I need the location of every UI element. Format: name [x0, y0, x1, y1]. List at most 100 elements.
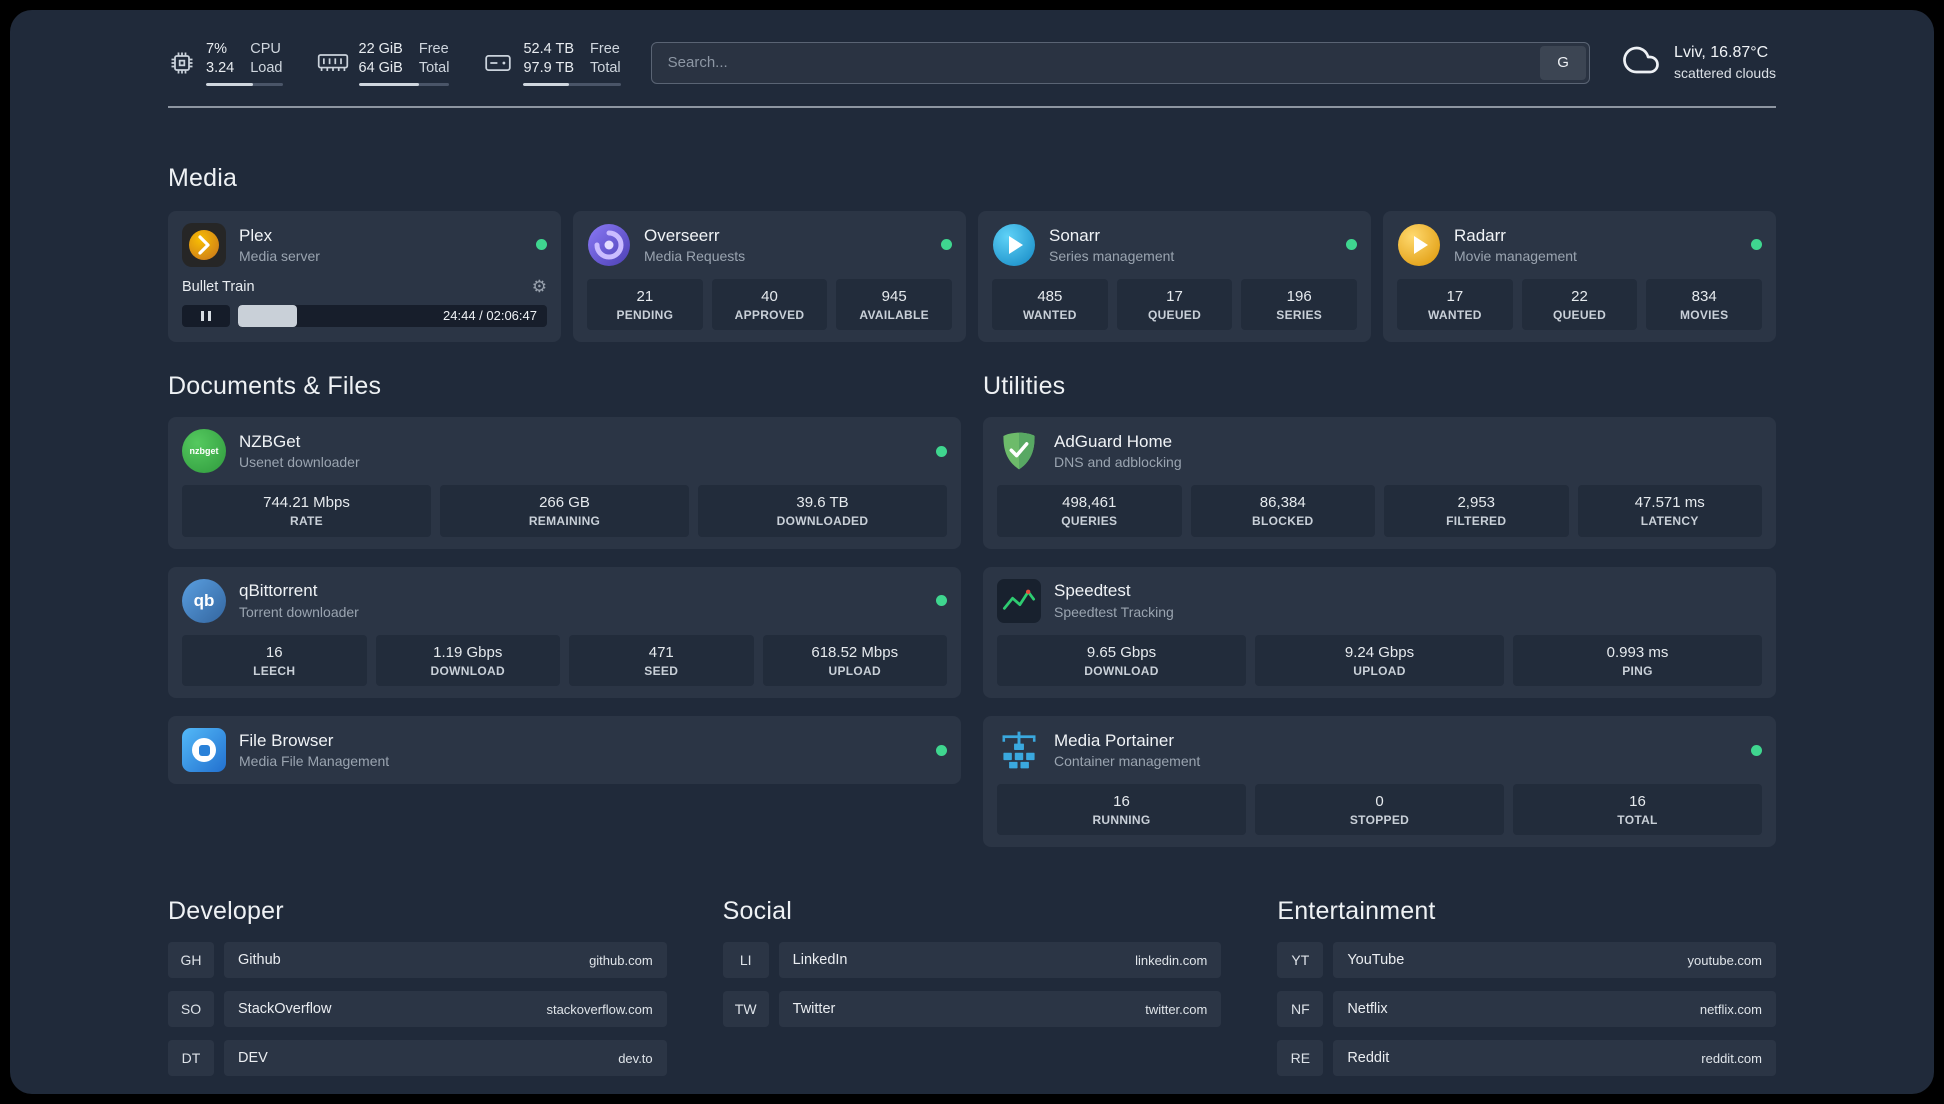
card-nzbget[interactable]: nzbget NZBGet Usenet downloader 744.21 M…	[168, 417, 961, 549]
bookmark-abbr: GH	[168, 942, 214, 979]
status-dot	[1751, 744, 1762, 756]
top-bar: 7% 3.24 CPU Load 22 GiB 64 GiB Free Tota…	[168, 40, 1776, 86]
stat-running: 16 RUNNING	[997, 784, 1246, 836]
service-subtitle: Media server	[239, 247, 320, 264]
stat-upload: 9.24 Gbps UPLOAD	[1255, 634, 1504, 686]
section-social: Social LI LinkedIn linkedin.com TW Twitt…	[722, 897, 1222, 1076]
card-overseerr[interactable]: Overseerr Media Requests 21 PENDING 40 A…	[573, 210, 966, 343]
gear-icon[interactable]: ⚙	[532, 277, 547, 297]
status-dot	[536, 239, 547, 251]
status-dot	[936, 744, 947, 756]
stat-remaining: 266 GB REMAINING	[440, 485, 689, 537]
service-subtitle: Movie management	[1454, 247, 1577, 264]
status-dot	[936, 595, 947, 607]
search-provider-button[interactable]: G	[1540, 45, 1587, 80]
card-radarr[interactable]: Radarr Movie management 17 WANTED 22 QUE…	[1383, 210, 1776, 343]
bookmark-name: Github	[238, 952, 281, 969]
overseerr-icon	[587, 223, 631, 267]
bookmark-name: Reddit	[1347, 1050, 1390, 1067]
stat-series: 196 SERIES	[1241, 278, 1358, 331]
bookmark-linkedin[interactable]: LI LinkedIn linkedin.com	[722, 942, 1222, 979]
plex-icon	[182, 222, 226, 267]
bookmark-abbr: RE	[1277, 1040, 1324, 1077]
system-metrics: 7% 3.24 CPU Load 22 GiB 64 GiB Free Tota…	[168, 40, 621, 86]
cpu-label: CPU	[250, 41, 281, 57]
disk-metric: 52.4 TB 97.9 TB Free Total	[483, 40, 621, 86]
bookmark-youtube[interactable]: YT YouTube youtube.com	[1277, 942, 1776, 979]
section-media: Media Plex Media server Bullet Train ⚙ 2…	[168, 163, 1776, 343]
topbar-divider	[168, 105, 1776, 108]
status-dot	[1346, 239, 1357, 251]
stat-download: 1.19 Gbps DOWNLOAD	[375, 634, 560, 686]
speedtest-icon	[997, 578, 1041, 623]
bookmark-abbr: LI	[722, 942, 769, 979]
bookmark-url: stackoverflow.com	[546, 1001, 653, 1017]
service-name: Overseerr	[644, 225, 720, 245]
pause-button[interactable]	[182, 304, 230, 327]
service-subtitle: Container management	[1054, 752, 1201, 769]
card-adguard[interactable]: AdGuard Home DNS and adblocking 498,461 …	[983, 417, 1776, 549]
memory-free: 22 GiB	[358, 41, 403, 57]
bookmark-twitter[interactable]: TW Twitter twitter.com	[722, 991, 1222, 1028]
service-name: Media Portainer	[1054, 730, 1175, 750]
section-developer: Developer GH Github github.com SO StackO…	[168, 897, 667, 1077]
stat-download: 9.65 Gbps DOWNLOAD	[997, 634, 1246, 686]
bookmark-github[interactable]: GH Github github.com	[168, 942, 667, 979]
card-portainer[interactable]: Media Portainer Container management 16 …	[983, 716, 1776, 848]
bookmark-abbr: YT	[1277, 942, 1324, 979]
bookmark-name: StackOverflow	[238, 1001, 332, 1018]
section-title-entertainment: Entertainment	[1277, 897, 1436, 926]
radarr-icon	[1397, 223, 1441, 267]
cpu-load-avg: 3.24	[206, 59, 235, 76]
memory-total-label: Total	[418, 59, 450, 76]
bookmark-name: Netflix	[1347, 1001, 1388, 1018]
stat-upload: 618.52 Mbps UPLOAD	[762, 634, 947, 686]
service-name: NZBGet	[239, 431, 301, 451]
memory-metric: 22 GiB 64 GiB Free Total	[317, 40, 450, 86]
card-plex[interactable]: Plex Media server Bullet Train ⚙ 24:44 /…	[168, 210, 561, 343]
disk-total-label: Total	[590, 59, 621, 76]
section-title-social: Social	[722, 897, 792, 926]
stat-leech: 16 LEECH	[182, 634, 367, 686]
bookmark-abbr: DT	[168, 1040, 214, 1077]
card-filebrowser[interactable]: File Browser Media File Management	[168, 716, 961, 784]
now-playing-title: Bullet Train	[182, 278, 255, 295]
disk-icon	[483, 50, 513, 76]
bookmark-abbr: NF	[1277, 991, 1324, 1028]
card-speedtest[interactable]: Speedtest Speedtest Tracking 9.65 Gbps D…	[983, 566, 1776, 698]
service-subtitle: Media File Management	[239, 752, 390, 769]
sonarr-icon	[992, 223, 1036, 267]
bookmark-name: YouTube	[1347, 952, 1405, 969]
bookmark-url: dev.to	[618, 1050, 653, 1066]
stat-latency: 47.571 ms LATENCY	[1577, 485, 1762, 537]
search-input[interactable]	[650, 41, 1591, 84]
playback-time: 24:44 / 02:06:47	[443, 308, 537, 324]
service-subtitle: Usenet downloader	[239, 454, 360, 471]
service-name: Sonarr	[1049, 225, 1101, 245]
section-entertainment: Entertainment YT YouTube youtube.com NF …	[1277, 897, 1776, 1077]
playback-progress-bar[interactable]: 24:44 / 02:06:47	[238, 304, 547, 327]
cpu-usage-bar	[206, 82, 283, 86]
card-qbittorrent[interactable]: qb qBittorrent Torrent downloader 16 LEE…	[168, 566, 961, 698]
card-sonarr[interactable]: Sonarr Series management 485 WANTED 17 Q…	[978, 210, 1371, 343]
bookmark-stackoverflow[interactable]: SO StackOverflow stackoverflow.com	[168, 991, 667, 1028]
bookmark-url: twitter.com	[1145, 1001, 1208, 1017]
bookmark-reddit[interactable]: RE Reddit reddit.com	[1277, 1040, 1776, 1077]
bookmark-dev[interactable]: DT DEV dev.to	[168, 1040, 667, 1077]
playback-progress-fill	[238, 304, 297, 327]
cpu-sublabel: Load	[250, 59, 283, 76]
cloud-icon	[1620, 42, 1662, 83]
memory-free-label: Free	[418, 41, 449, 57]
section-documents: Documents & Files nzbget NZBGet Usenet d…	[168, 372, 961, 784]
stat-total: 16 TOTAL	[1513, 784, 1762, 836]
weather-widget[interactable]: Lviv, 16.87°C scattered clouds	[1620, 42, 1776, 83]
disk-total: 97.9 TB	[523, 59, 575, 76]
service-name: Radarr	[1454, 225, 1506, 245]
stat-approved: 40 APPROVED	[711, 278, 828, 331]
stat-ping: 0.993 ms PING	[1513, 634, 1762, 686]
bookmark-netflix[interactable]: NF Netflix netflix.com	[1277, 991, 1776, 1028]
disk-usage-bar	[523, 82, 621, 86]
section-title-media: Media	[168, 163, 238, 192]
service-name: Speedtest	[1054, 581, 1131, 601]
service-name: AdGuard Home	[1054, 431, 1173, 451]
